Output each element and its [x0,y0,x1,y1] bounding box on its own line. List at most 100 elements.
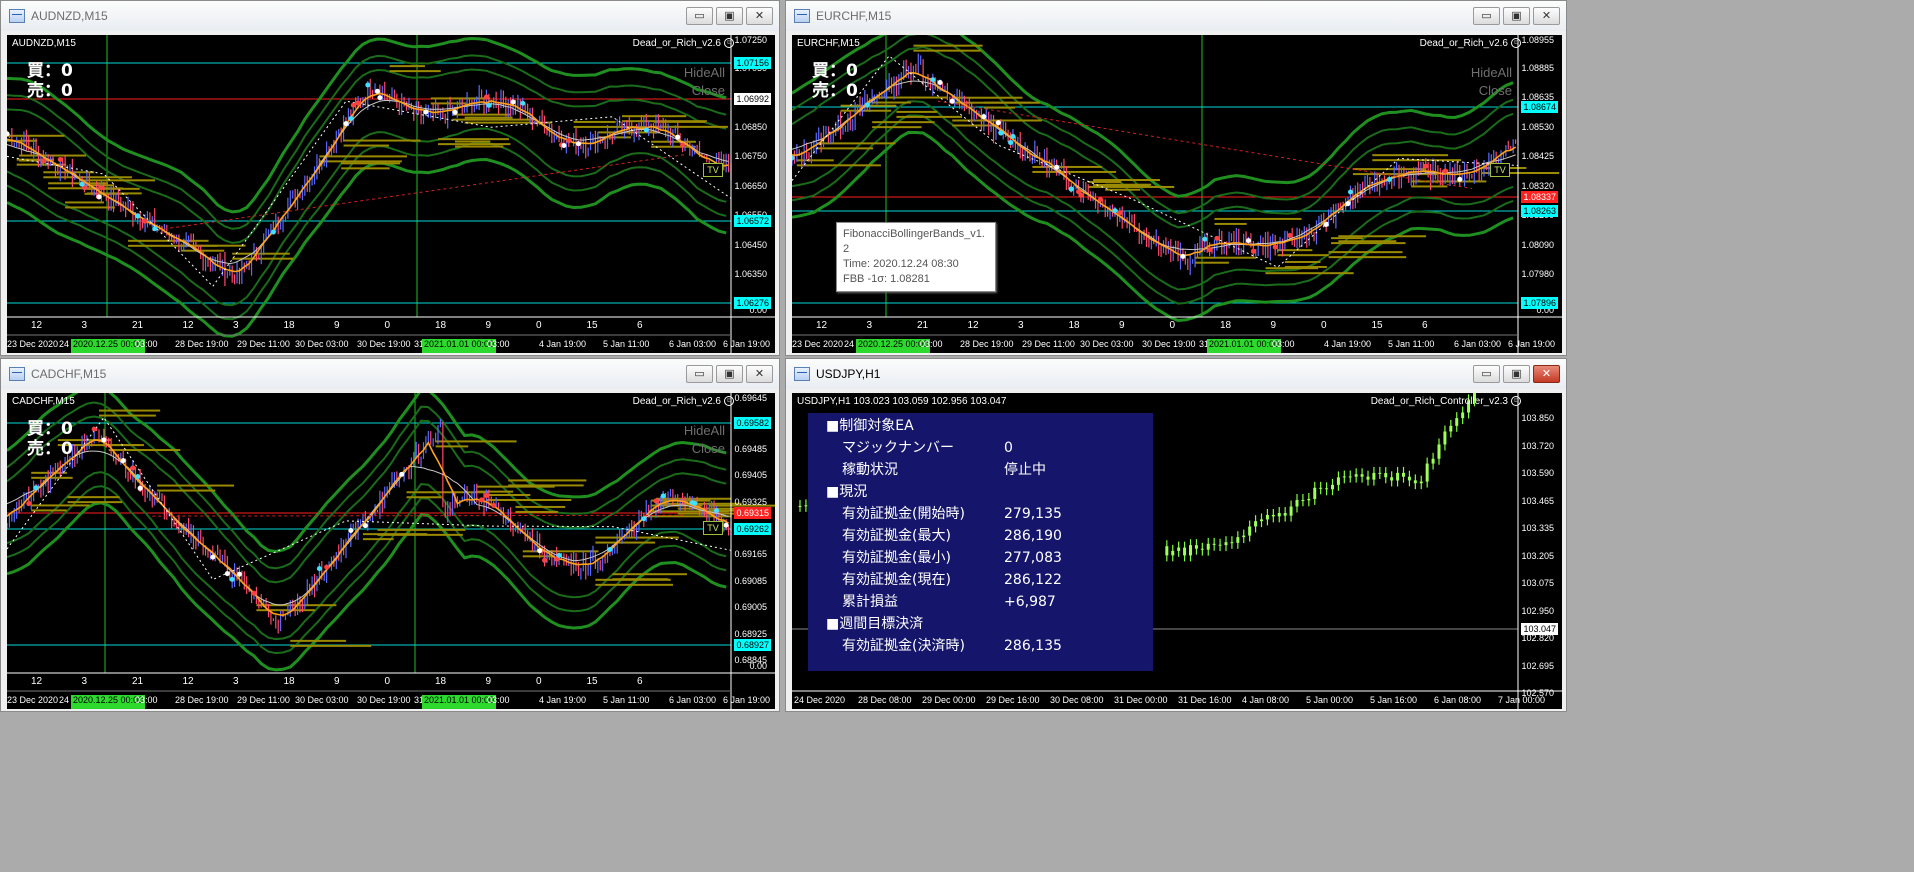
signal-marker [362,523,368,529]
signal-marker [1112,208,1118,214]
minimize-button[interactable]: ▭ [686,7,713,25]
maximize-button[interactable]: ▣ [1503,7,1530,25]
time-number-label: 3 [233,676,239,687]
price-chart[interactable]: CADCHF,M15 Dead_or_Rich_v2.6 ☺ 買：0 売：0 HideAl… [7,393,775,709]
zone-bar [341,162,401,165]
price-axis-tick: 1.06350 [734,269,767,280]
zone-bar [913,44,983,47]
titlebar[interactable]: EURCHF,M15 ▭ ▣ ✕ [786,1,1566,31]
zone-bar [508,479,587,482]
signal-marker [251,590,257,596]
candle-body [1366,476,1370,480]
maximize-button[interactable]: ▣ [716,365,743,383]
candle-body [1437,444,1441,459]
maximize-button[interactable]: ▣ [716,7,743,25]
time-number-label: 0 [1321,320,1327,331]
time-number-label: 12 [816,320,828,331]
time-axis-label: 23 Dec 2020 [7,339,59,349]
signal-marker [1323,221,1329,227]
titlebar[interactable]: AUDNZD,M15 ▭ ▣ ✕ [1,1,779,31]
candle-body [1348,476,1352,478]
zone-bar [99,414,156,417]
zone-bar [653,120,705,123]
signal-marker [491,503,497,509]
minimize-button[interactable]: ▭ [686,365,713,383]
zone-bar [515,510,559,513]
zone-bar [1214,222,1247,225]
close-button[interactable]: ✕ [746,7,773,25]
tv-toggle-button[interactable]: TV [703,163,723,177]
panel-row-label: 稼動状況 [842,462,898,478]
close-all-button[interactable]: Close [692,81,725,101]
panel-row-label: 有効証拠金(最小) [842,550,951,566]
time-axis-label: 03:00 [135,339,158,349]
window-title: CADCHF,M15 [31,367,107,381]
hideall-button[interactable]: HideAll [1471,63,1512,83]
time-axis-label: 6 Jan 08:00 [1434,695,1482,705]
candle-body [1425,463,1429,482]
signal-marker [520,100,526,106]
zone-bar [952,124,1000,127]
chart-window-icon [9,9,25,23]
close-all-button[interactable]: Close [1479,81,1512,101]
minimize-button[interactable]: ▭ [1473,365,1500,383]
close-button[interactable]: ✕ [1533,365,1560,383]
signal-marker [343,121,349,127]
hideall-button[interactable]: HideAll [684,421,725,441]
time-axis-label: 30 Dec 19:00 [1142,339,1196,349]
zone-bar [913,49,982,52]
zone-bar [79,179,156,182]
time-axis-label: 03:00 [487,695,510,705]
ea-smiley-icon[interactable]: ☺ [1511,38,1521,48]
zone-bar [181,249,225,252]
ea-smiley-icon[interactable]: ☺ [724,38,734,48]
price-axis-tick: 103.850 [1521,413,1554,423]
titlebar[interactable]: USDJPY,H1 ▭ ▣ ✕ [786,359,1566,389]
time-number-label: 3 [233,320,239,331]
ea-smiley-icon[interactable]: ☺ [1511,396,1521,406]
time-axis-label: 29 Dec 16:00 [986,695,1040,705]
zone-bar [1411,180,1487,183]
ea-smiley-icon[interactable]: ☺ [724,396,734,406]
close-button[interactable]: ✕ [1533,7,1560,25]
signal-marker [1068,186,1074,192]
price-axis-tick: 103.075 [1521,578,1554,588]
close-button[interactable]: ✕ [746,365,773,383]
signal-marker [91,426,97,432]
signal-marker [542,557,548,563]
zigzag-line [7,416,732,581]
titlebar[interactable]: CADCHF,M15 ▭ ▣ ✕ [1,359,779,389]
time-number-label: 0 [384,676,391,687]
price-axis-tick: 103.205 [1521,550,1554,561]
close-all-button[interactable]: Close [692,439,725,459]
tv-toggle-button[interactable]: TV [703,521,723,535]
signal-marker [79,181,85,187]
zone-bar [1214,217,1302,220]
zone-bar [108,449,181,452]
price-chart[interactable]: AUDNZD,M15 Dead_or_Rich_v2.6 ☺ 買：0 売：0 HideAl… [7,35,775,353]
minimize-button[interactable]: ▭ [1473,7,1500,25]
time-axis-label: 23 Dec 2020 [7,695,59,705]
price-chart[interactable]: ■制御対象EA マジックナンバー 0 稼動状況 停止中 ■現況 有効証拠金(開始時) 279,… [792,393,1562,709]
candle-body [1218,544,1222,546]
time-axis-label: 2020.12.25 00:00 [71,695,146,709]
window-cadchf: CADCHF,M15 ▭ ▣ ✕ CADCHF,M15 Dead_or_Rich_… [0,358,780,712]
zone-bar [1032,165,1103,168]
candle-body [1165,546,1169,556]
price-chart[interactable]: EURCHF,M15 Dead_or_Rich_v2.6 ☺ 買：0 売：0 HideAl… [792,35,1562,353]
hideall-button[interactable]: HideAll [684,63,725,83]
tv-toggle-button[interactable]: TV [1490,163,1510,177]
time-axis-label: 30 Dec 19:00 [357,339,411,349]
zone-bar [343,144,389,147]
panel-row-value: 停止中 [1004,462,1046,478]
time-axis-label: 24 [59,339,70,349]
price-axis-tick: 103.720 [1521,440,1554,451]
signal-marker [33,485,39,491]
candle-body [1390,477,1394,481]
signal-marker [1347,189,1353,195]
time-axis-label: 24 [59,695,70,705]
zone-bar [452,118,535,121]
maximize-button[interactable]: ▣ [1503,365,1530,383]
price-level-label: 0.68927 [734,639,771,651]
price-level-label: 1.06276 [734,297,771,309]
